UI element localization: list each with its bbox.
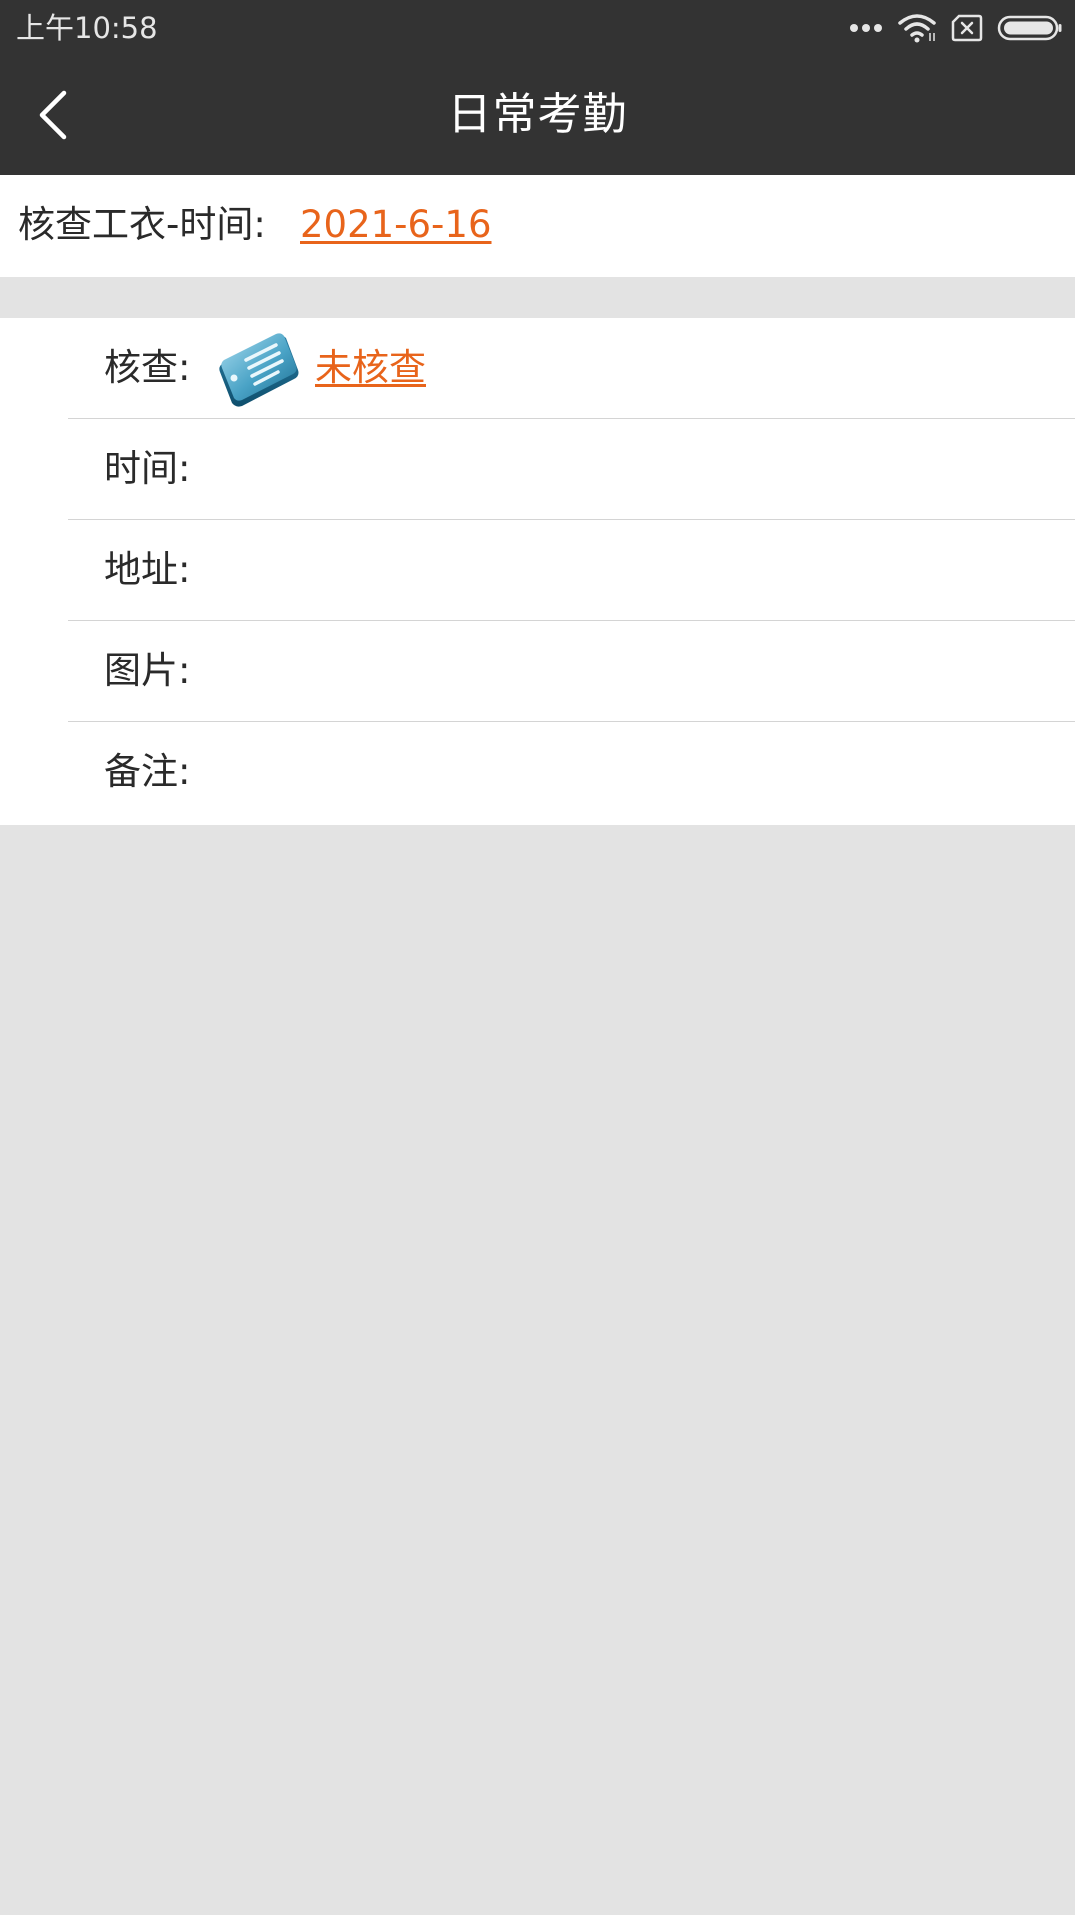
toolbar: 日常考勤: [0, 55, 1075, 175]
date-label: 核查工衣-时间:: [18, 203, 266, 246]
date-link[interactable]: 2021-6-16: [300, 200, 492, 250]
sim-error-icon: [951, 14, 983, 42]
status-icons: [849, 12, 1063, 44]
status-bar: 上午10:58: [0, 0, 1075, 55]
check-label: 核查:: [104, 346, 191, 389]
address-label: 地址:: [104, 548, 191, 591]
app-screen: 上午10:58 日常考勤 核查工衣-时间: 2021-6-16 核查: 未核查 …: [0, 0, 1075, 1915]
document-icon[interactable]: [216, 330, 302, 410]
picture-row: 图片:: [0, 621, 1075, 722]
battery-icon: [997, 15, 1062, 41]
check-status-link[interactable]: 未核查: [315, 343, 426, 393]
address-row: 地址:: [0, 520, 1075, 621]
time-row: 时间:: [0, 419, 1075, 520]
date-row: 核查工衣-时间: 2021-6-16: [0, 175, 1075, 277]
note-row: 备注:: [0, 722, 1075, 823]
note-label: 备注:: [104, 750, 191, 793]
status-time: 上午10:58: [16, 11, 158, 45]
time-label: 时间:: [104, 447, 191, 490]
page-title: 日常考勤: [447, 89, 628, 140]
check-row: 核查: 未核查: [0, 318, 1075, 419]
detail-card: 核查: 未核查 时间: 地址: 图片: 备注:: [0, 318, 1075, 825]
picture-label: 图片:: [104, 649, 191, 692]
more-dots-icon: [850, 24, 882, 32]
wifi-icon: [898, 14, 936, 43]
